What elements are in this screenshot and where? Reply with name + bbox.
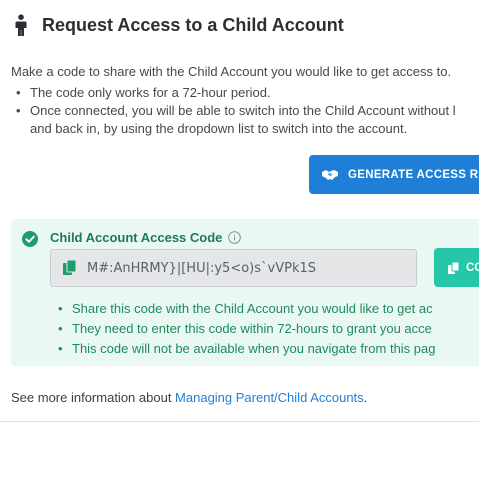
code-note: This code will not be available when you… — [58, 339, 436, 359]
intro-bullets: The code only works for a 72-hour period… — [16, 84, 456, 138]
more-info-prefix: See more information about — [11, 390, 176, 405]
intro-bullet: Once connected, you will be able to swit… — [16, 102, 456, 120]
page-header: Request Access to a Child Account — [12, 14, 344, 36]
code-note: They need to enter this code within 72-h… — [58, 319, 436, 339]
person-standing-icon — [12, 14, 30, 36]
intro-bullet-continuation: and back in, by using the dropdown list … — [16, 120, 456, 138]
intro-bullet: The code only works for a 72-hour period… — [16, 84, 456, 102]
access-code-value: M#:AnHRMY}|[HU|:y5<o)s`vVPk1S — [87, 260, 316, 276]
generate-access-request-button[interactable]: GENERATE ACCESS REQ — [309, 155, 479, 194]
access-code-notes: Share this code with the Child Account y… — [58, 299, 436, 359]
more-info-text: See more information about Managing Pare… — [11, 390, 367, 405]
access-code-panel: Child Account Access Code M#:AnHRMY}|[HU… — [11, 219, 479, 366]
intro-bullet-continuation-text: and back in, by using the dropdown list … — [30, 121, 408, 136]
access-code-field[interactable]: M#:AnHRMY}|[HU|:y5<o)s`vVPk1S — [50, 249, 417, 287]
more-info-suffix: . — [363, 390, 368, 405]
request-access-page: Request Access to a Child Account Make a… — [0, 0, 479, 479]
access-code-label: Child Account Access Code — [50, 230, 242, 245]
handshake-icon — [322, 169, 338, 181]
copy-icon — [448, 261, 460, 274]
copy-code-button[interactable]: CO — [434, 248, 479, 287]
generate-button-label: GENERATE ACCESS REQ — [348, 168, 479, 181]
page-title: Request Access to a Child Account — [42, 14, 344, 35]
access-code-label-text: Child Account Access Code — [50, 230, 223, 245]
code-note: Share this code with the Child Account y… — [58, 299, 436, 319]
info-icon[interactable] — [228, 231, 242, 244]
intro-text: Make a code to share with the Child Acco… — [11, 64, 452, 79]
managing-accounts-link[interactable]: Managing Parent/Child Accounts — [175, 390, 364, 405]
check-circle-icon — [22, 231, 38, 247]
clipboard-icon — [63, 259, 77, 276]
copy-button-label: CO — [466, 261, 479, 274]
section-divider — [0, 421, 479, 422]
